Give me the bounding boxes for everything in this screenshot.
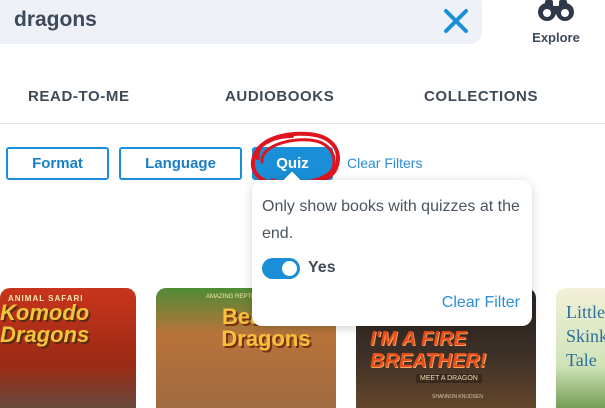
language-filter-button[interactable]: Language xyxy=(119,147,242,180)
clear-filter-link[interactable]: Clear Filter xyxy=(442,294,520,312)
toggle-knob xyxy=(282,261,297,276)
category-tabs: READ-TO-ME AUDIOBOOKS COLLECTIONS xyxy=(0,78,605,124)
clear-search-icon[interactable] xyxy=(441,6,471,36)
clear-filters-link[interactable]: Clear Filters xyxy=(347,155,422,171)
format-filter-button[interactable]: Format xyxy=(6,147,109,180)
explore-button[interactable]: Explore xyxy=(522,0,590,52)
book-cover-komodo-dragons[interactable]: ANIMAL SAFARI Komodo Dragons xyxy=(0,288,136,408)
search-query[interactable]: dragons xyxy=(14,8,97,32)
explore-label: Explore xyxy=(532,30,580,45)
book-subtitle: MEET A DRAGON xyxy=(416,374,482,383)
book-author: SHANNON KNUDSEN xyxy=(432,394,483,400)
tab-read-to-me[interactable]: READ-TO-ME xyxy=(28,88,130,105)
quiz-toggle-switch[interactable] xyxy=(262,258,300,279)
binoculars-icon xyxy=(522,0,590,22)
book-title: Komodo Dragons xyxy=(0,300,90,347)
book-title: I'M A FIRE BREATHER! xyxy=(370,328,487,372)
quiz-description: Only show books with quizzes at the end. xyxy=(262,198,520,242)
book-cover-little-skinks-tale[interactable]: Little Skink's Tale xyxy=(556,288,605,408)
quiz-filter-popover: Only show books with quizzes at the end.… xyxy=(252,171,532,326)
book-title: Little Skink's Tale xyxy=(566,302,605,370)
tab-audiobooks[interactable]: AUDIOBOOKS xyxy=(225,88,334,105)
quiz-toggle-label: Yes xyxy=(308,259,336,276)
tab-collections[interactable]: COLLECTIONS xyxy=(424,88,538,105)
